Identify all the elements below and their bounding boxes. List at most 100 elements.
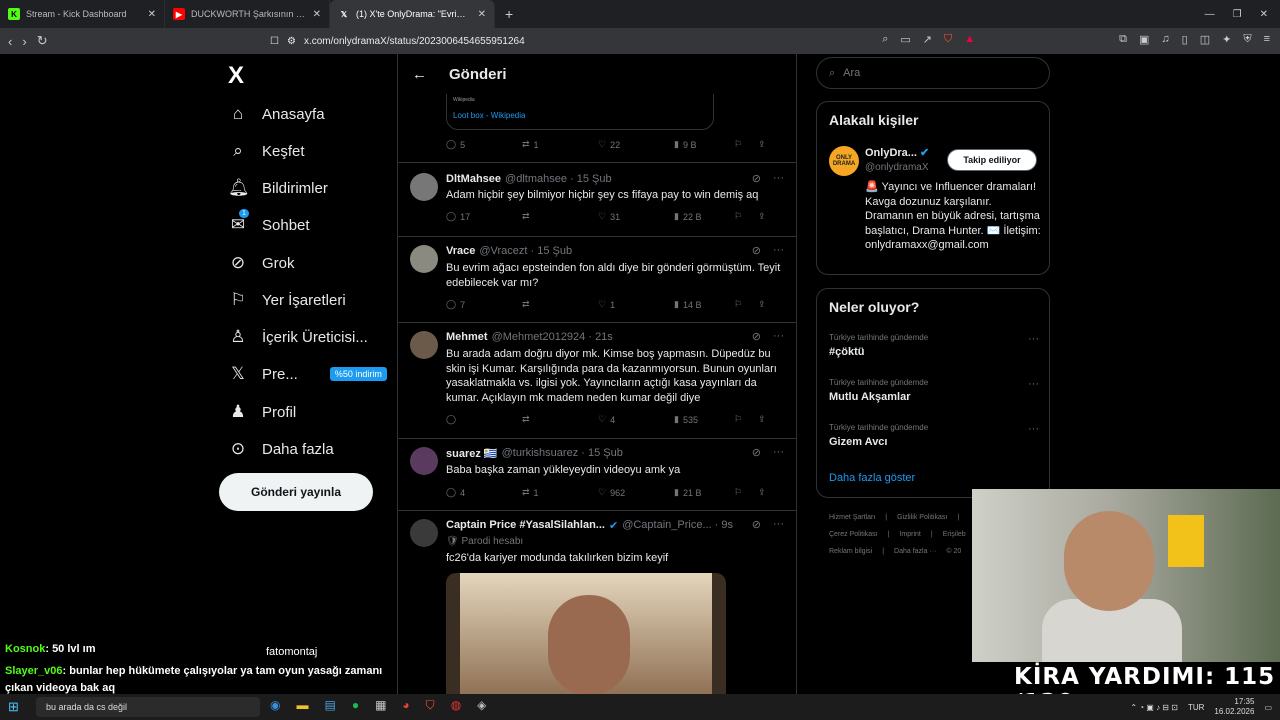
minimize-icon[interactable]: — (1205, 9, 1215, 20)
taskbar-search-input[interactable]: bu arada da cs değil (36, 697, 260, 717)
like-button[interactable]: ♡ 31 (598, 211, 674, 222)
language-indicator[interactable]: TUR (1188, 703, 1204, 712)
avatar[interactable] (410, 519, 438, 547)
brave-shield-icon[interactable]: ⛉ (944, 33, 952, 46)
nav-premium[interactable]: 𝕏 Pre... %50 indirim (228, 364, 387, 384)
repost-button[interactable]: ⇄ (522, 299, 598, 310)
grok-icon[interactable]: ⊘ (752, 172, 761, 185)
calculator-icon[interactable]: ▦ (375, 698, 386, 713)
views-button[interactable]: ▮ 9 B (674, 139, 734, 150)
new-tab-icon[interactable]: + (495, 6, 523, 22)
search-input[interactable]: ⌕ Ara (816, 57, 1050, 89)
folder-icon[interactable]: ▬ (296, 698, 308, 713)
avatar[interactable] (410, 331, 438, 359)
more-options-icon[interactable]: ··· (1028, 333, 1039, 345)
share-button[interactable]: ⇪ (758, 211, 766, 222)
author-name[interactable]: Captain Price #YasalSilahlan... (446, 519, 605, 532)
card-link[interactable]: Loot box - Wikipedia (453, 111, 707, 120)
browser-tab-youtube[interactable]: ▶ DUCKWORTH Şarkısının İnanılmaz Hi ✕ (165, 0, 330, 28)
more-options-icon[interactable]: ··· (773, 172, 784, 185)
more-options-icon[interactable]: ··· (773, 446, 784, 459)
bookmark-button[interactable]: ⚐ (734, 139, 758, 150)
nav-profile[interactable]: ♟ Profil (228, 402, 296, 422)
trend-item[interactable]: Türkiye tarihinde gündemde Mutlu Akşamla… (829, 378, 1039, 403)
repost-button[interactable]: ⇄ (522, 414, 598, 425)
footer-link[interactable]: Erişileb (943, 531, 966, 538)
related-name[interactable]: OnlyDra... ✔ (865, 146, 929, 159)
brave-icon[interactable]: ⛉ (426, 698, 435, 713)
nav-bookmarks[interactable]: ⚐ Yer İşaretleri (228, 290, 345, 310)
zoom-icon[interactable]: ⌕ (882, 33, 888, 46)
repost-button[interactable]: ⇄ 1 (522, 487, 598, 498)
edge-icon[interactable]: ◉ (270, 698, 280, 713)
cast-icon[interactable]: ▭ (900, 33, 910, 46)
share-button[interactable]: ⇪ (758, 414, 766, 425)
author-name[interactable]: DltMahsee (446, 173, 501, 185)
avatar[interactable] (410, 447, 438, 475)
link-card[interactable]: Wikipedia Loot box - Wikipedia (446, 92, 714, 130)
reply-button[interactable]: ◯ 5 (446, 139, 522, 150)
reply-post[interactable]: Captain Price #YasalSilahlan... ✔ @Captain… (398, 510, 796, 694)
share-icon[interactable]: ↗ (923, 33, 932, 46)
more-options-icon[interactable]: ··· (773, 330, 784, 343)
trend-item[interactable]: Türkiye tarihinde gündemde Gizem Avcı ··… (829, 423, 1039, 448)
reply-post[interactable]: Vrace @Vracezt · 15 Şub ⊘ ··· Bu evrim ağa… (398, 236, 796, 322)
screenshot-icon[interactable]: ▣ (1139, 33, 1149, 46)
close-tab-icon[interactable]: ✕ (478, 9, 486, 20)
sidebar-icon[interactable]: ▯ (1182, 33, 1188, 46)
grok-icon[interactable]: ⊘ (752, 244, 761, 257)
store-icon[interactable]: ▤ (324, 698, 335, 713)
like-button[interactable]: ♡ 1 (598, 299, 674, 310)
vpn-icon[interactable]: ⛨ (1243, 33, 1251, 46)
like-button[interactable]: ♡ 962 (598, 487, 674, 498)
close-tab-icon[interactable]: ✕ (313, 9, 321, 20)
nav-explore[interactable]: ⌕ Keşfet (228, 141, 304, 161)
nav-notifications[interactable]: 🔔︎ Bildirimler (228, 178, 328, 198)
avatar[interactable] (410, 245, 438, 273)
music-icon[interactable]: ♫ (1161, 33, 1169, 46)
browser-tab-kick[interactable]: K Stream - Kick Dashboard ✕ (0, 0, 165, 28)
obs-icon[interactable]: ◍ (451, 698, 461, 713)
grok-icon[interactable]: ⊘ (752, 446, 761, 459)
author-name[interactable]: Vrace (446, 245, 475, 257)
share-button[interactable]: ⇪ (758, 487, 766, 498)
bookmark-button[interactable]: ⚐ (734, 487, 758, 498)
rewards-icon[interactable]: ▲ (964, 33, 975, 46)
nav-creator[interactable]: ♙ İçerik Üreticisi... (228, 327, 367, 347)
more-options-icon[interactable]: ··· (773, 244, 784, 257)
maximize-icon[interactable]: ❐ (1233, 9, 1242, 20)
back-icon[interactable]: ‹ (8, 34, 12, 49)
app-icon[interactable]: ◈ (477, 698, 486, 713)
reply-post[interactable]: Mehmet @Mehmet2012924 · 21s ⊘ ··· Bu arada… (398, 322, 796, 438)
tray-icons[interactable]: ⌃ ◔ ▣ ♪ ⊟ ⊡ (1130, 703, 1178, 712)
bookmark-button[interactable]: ⚐ (734, 414, 758, 425)
grok-icon[interactable]: ⊘ (752, 518, 761, 531)
close-window-icon[interactable]: ✕ (1260, 9, 1268, 20)
avatar[interactable]: ONLY DRAMA (829, 146, 859, 176)
chrome-icon[interactable]: ◕ (402, 698, 409, 713)
avatar[interactable] (410, 173, 438, 201)
grok-icon[interactable]: ⊘ (752, 330, 761, 343)
views-button[interactable]: ▮ 22 B (674, 211, 734, 222)
more-options-icon[interactable]: ··· (1028, 378, 1039, 390)
url-text[interactable]: x.com/onlydramaX/status/2023006454655951… (304, 36, 525, 47)
views-button[interactable]: ▮ 14 B (674, 299, 734, 310)
bookmark-button[interactable]: ⚐ (734, 299, 758, 310)
following-button[interactable]: Takip ediliyor (947, 149, 1037, 171)
nav-more[interactable]: ⊙ Daha fazla (228, 439, 334, 459)
bookmark-button[interactable]: ⚐ (734, 211, 758, 222)
reply-post[interactable]: DltMahsee @dltmahsee · 15 Şub ⊘ ··· Adam h… (398, 162, 796, 236)
ai-icon[interactable]: ✦ (1222, 33, 1231, 46)
menu-icon[interactable]: ≡ (1264, 33, 1270, 46)
notification-icon[interactable]: ▭ (1264, 703, 1272, 712)
bookmark-page-icon[interactable]: ☐ (270, 36, 279, 47)
back-arrow-icon[interactable]: ← (412, 66, 427, 83)
post-button[interactable]: Gönderi yayınla (219, 473, 373, 511)
footer-link[interactable]: Gizlilik Politikası (897, 514, 947, 521)
nav-chat[interactable]: ✉ 1 Sohbet (228, 209, 310, 235)
extensions-icon[interactable]: ⧉ (1119, 33, 1127, 46)
reload-icon[interactable]: ↻ (37, 33, 48, 49)
views-button[interactable]: ▮ 535 (674, 414, 734, 425)
like-button[interactable]: ♡ 4 (598, 414, 674, 425)
views-button[interactable]: ▮ 21 B (674, 487, 734, 498)
